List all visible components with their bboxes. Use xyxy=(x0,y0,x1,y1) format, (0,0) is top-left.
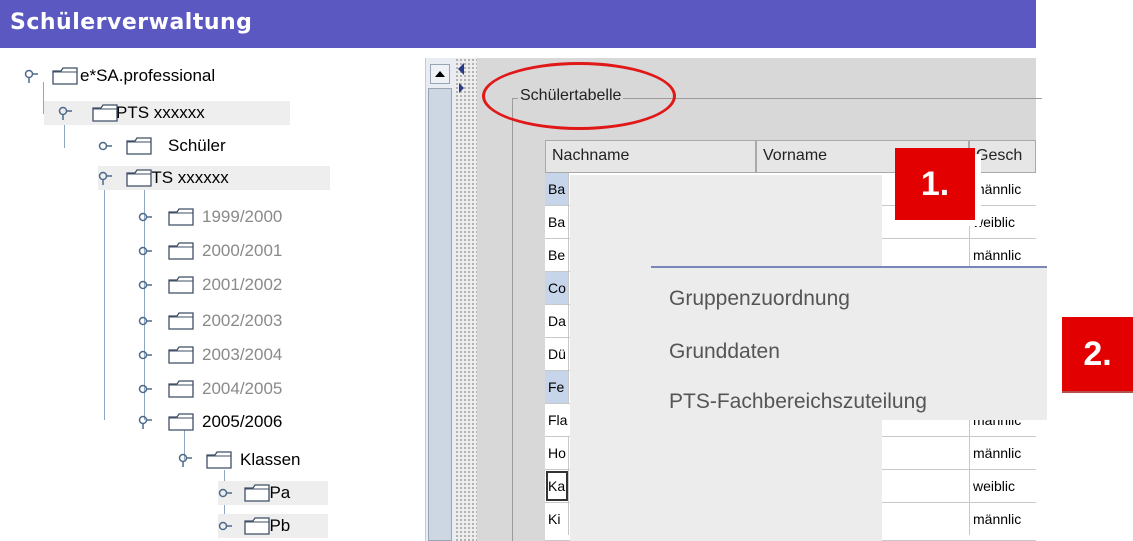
folder-icon xyxy=(126,137,152,155)
folder-icon xyxy=(244,484,270,502)
folder-icon xyxy=(168,312,194,330)
tree-node-school[interactable]: PTS xxxxxx xyxy=(44,101,290,125)
menu-item-grunddaten[interactable]: Grunddaten xyxy=(669,340,780,364)
window-title: Schülerverwaltung xyxy=(10,10,253,35)
tree-node-year[interactable]: 2003/2004 xyxy=(138,343,282,367)
tree-node-class[interactable]: 1Pb xyxy=(218,514,328,538)
tree-node-root[interactable]: e*SA.professional xyxy=(24,64,215,88)
collapse-right-icon[interactable] xyxy=(459,83,464,93)
cell-nachname: Dü xyxy=(545,338,569,370)
column-header-geschlecht[interactable]: Gesch xyxy=(969,140,1036,173)
tree-collapsed-handle-icon[interactable] xyxy=(218,486,232,500)
tree-collapsed-handle-icon[interactable] xyxy=(138,210,152,224)
cell-geschlecht: männlic xyxy=(969,437,1036,469)
tree-node-year[interactable]: 2002/2003 xyxy=(138,309,282,333)
tree-node-label: e*SA.professional xyxy=(80,66,216,85)
tree-node-year[interactable]: 1999/2000 xyxy=(138,205,282,229)
arrow-up-icon xyxy=(435,71,445,77)
highlight-ellipse xyxy=(482,62,676,130)
cell-geschlecht: weiblic xyxy=(969,206,1036,238)
tree-collapsed-handle-icon[interactable] xyxy=(218,519,232,533)
folder-icon xyxy=(168,276,194,294)
folder-icon xyxy=(206,451,232,469)
tree-line xyxy=(104,184,105,420)
step-badge-2: 2. xyxy=(1062,317,1133,393)
scroll-up-button[interactable] xyxy=(430,64,450,84)
cell-nachname: Be xyxy=(545,239,569,271)
tree-node-klassen[interactable]: Klassen xyxy=(178,448,300,472)
tree-node-label: Klassen xyxy=(240,450,301,469)
folder-icon xyxy=(168,208,194,226)
tree-node-class[interactable]: 1Pa xyxy=(218,481,328,505)
folder-icon xyxy=(126,169,152,187)
tree-collapsed-handle-icon[interactable] xyxy=(138,314,152,328)
tree-node-label: 2002/2003 xyxy=(202,311,283,330)
folder-icon xyxy=(168,242,194,260)
folder-icon xyxy=(168,380,194,398)
tree-node-pts[interactable]: PTS xxxxxx xyxy=(98,166,330,190)
title-bar: Schülerverwaltung xyxy=(0,0,1036,48)
tree-node-year[interactable]: 2001/2002 xyxy=(138,273,282,297)
cell-nachname: Ba xyxy=(545,173,569,205)
tree-node-year[interactable]: 2000/2001 xyxy=(138,239,282,263)
tree-expand-handle-icon[interactable] xyxy=(98,171,112,185)
tree-node-label: 1999/2000 xyxy=(202,207,283,226)
menu-item-pts-fachbereichszuteilung[interactable]: PTS-Fachbereichszuteilung xyxy=(669,390,927,414)
tree-node-schueler[interactable]: Schüler xyxy=(98,134,226,158)
tree-node-label: 2005/2006 xyxy=(202,412,283,431)
menu-item-gruppenzuordnung[interactable]: Gruppenzuordnung xyxy=(669,287,850,311)
folder-icon xyxy=(244,517,270,535)
cell-nachname: Ki xyxy=(545,503,569,535)
folder-icon xyxy=(92,104,118,122)
cell-nachname: Ka xyxy=(545,470,569,502)
split-pane-divider[interactable] xyxy=(455,58,477,541)
tree-collapsed-handle-icon[interactable] xyxy=(138,244,152,258)
folder-icon xyxy=(52,67,78,85)
tree-node-label: 2003/2004 xyxy=(202,345,283,364)
tree-node-current-year[interactable]: 2005/2006 xyxy=(138,410,282,434)
tree-collapsed-handle-icon[interactable] xyxy=(138,382,152,396)
tree-expand-handle-icon[interactable] xyxy=(24,69,38,83)
cell-geschlecht: weiblic xyxy=(969,470,1036,502)
cell-geschlecht: männlic xyxy=(969,173,1036,205)
step-badge-1: 1. xyxy=(895,148,975,220)
tree-node-label: 2004/2005 xyxy=(202,379,283,398)
tree-collapsed-handle-icon[interactable] xyxy=(138,348,152,362)
tree-node-label: 2001/2002 xyxy=(202,275,283,294)
tree-node-label: 2000/2001 xyxy=(202,241,283,260)
tree-collapsed-handle-icon[interactable] xyxy=(138,278,152,292)
cell-nachname: Ho xyxy=(545,437,569,469)
folder-icon xyxy=(168,413,194,431)
cell-nachname: Fla xyxy=(545,404,573,436)
tree-node-year[interactable]: 2004/2005 xyxy=(138,377,282,401)
tree-collapsed-handle-icon[interactable] xyxy=(98,139,112,153)
folder-icon xyxy=(168,346,194,364)
cell-nachname: Ba xyxy=(545,206,569,238)
tree-node-label: PTS xxxxxx xyxy=(116,103,205,122)
tree-expand-handle-icon[interactable] xyxy=(138,415,152,429)
cell-nachname: Co xyxy=(545,272,569,304)
cell-geschlecht: männlic xyxy=(969,503,1036,535)
tree-expand-handle-icon[interactable] xyxy=(58,106,72,120)
tree-node-label: PTS xxxxxx xyxy=(140,168,229,187)
column-header-nachname[interactable]: Nachname xyxy=(545,140,756,173)
cell-nachname: Da xyxy=(545,305,569,337)
scroll-thumb[interactable] xyxy=(428,88,452,541)
tree-expand-handle-icon[interactable] xyxy=(178,453,192,467)
cell-nachname: Fe xyxy=(545,371,569,403)
tree-node-label: Schüler xyxy=(168,136,226,155)
collapse-left-icon[interactable] xyxy=(458,63,464,75)
